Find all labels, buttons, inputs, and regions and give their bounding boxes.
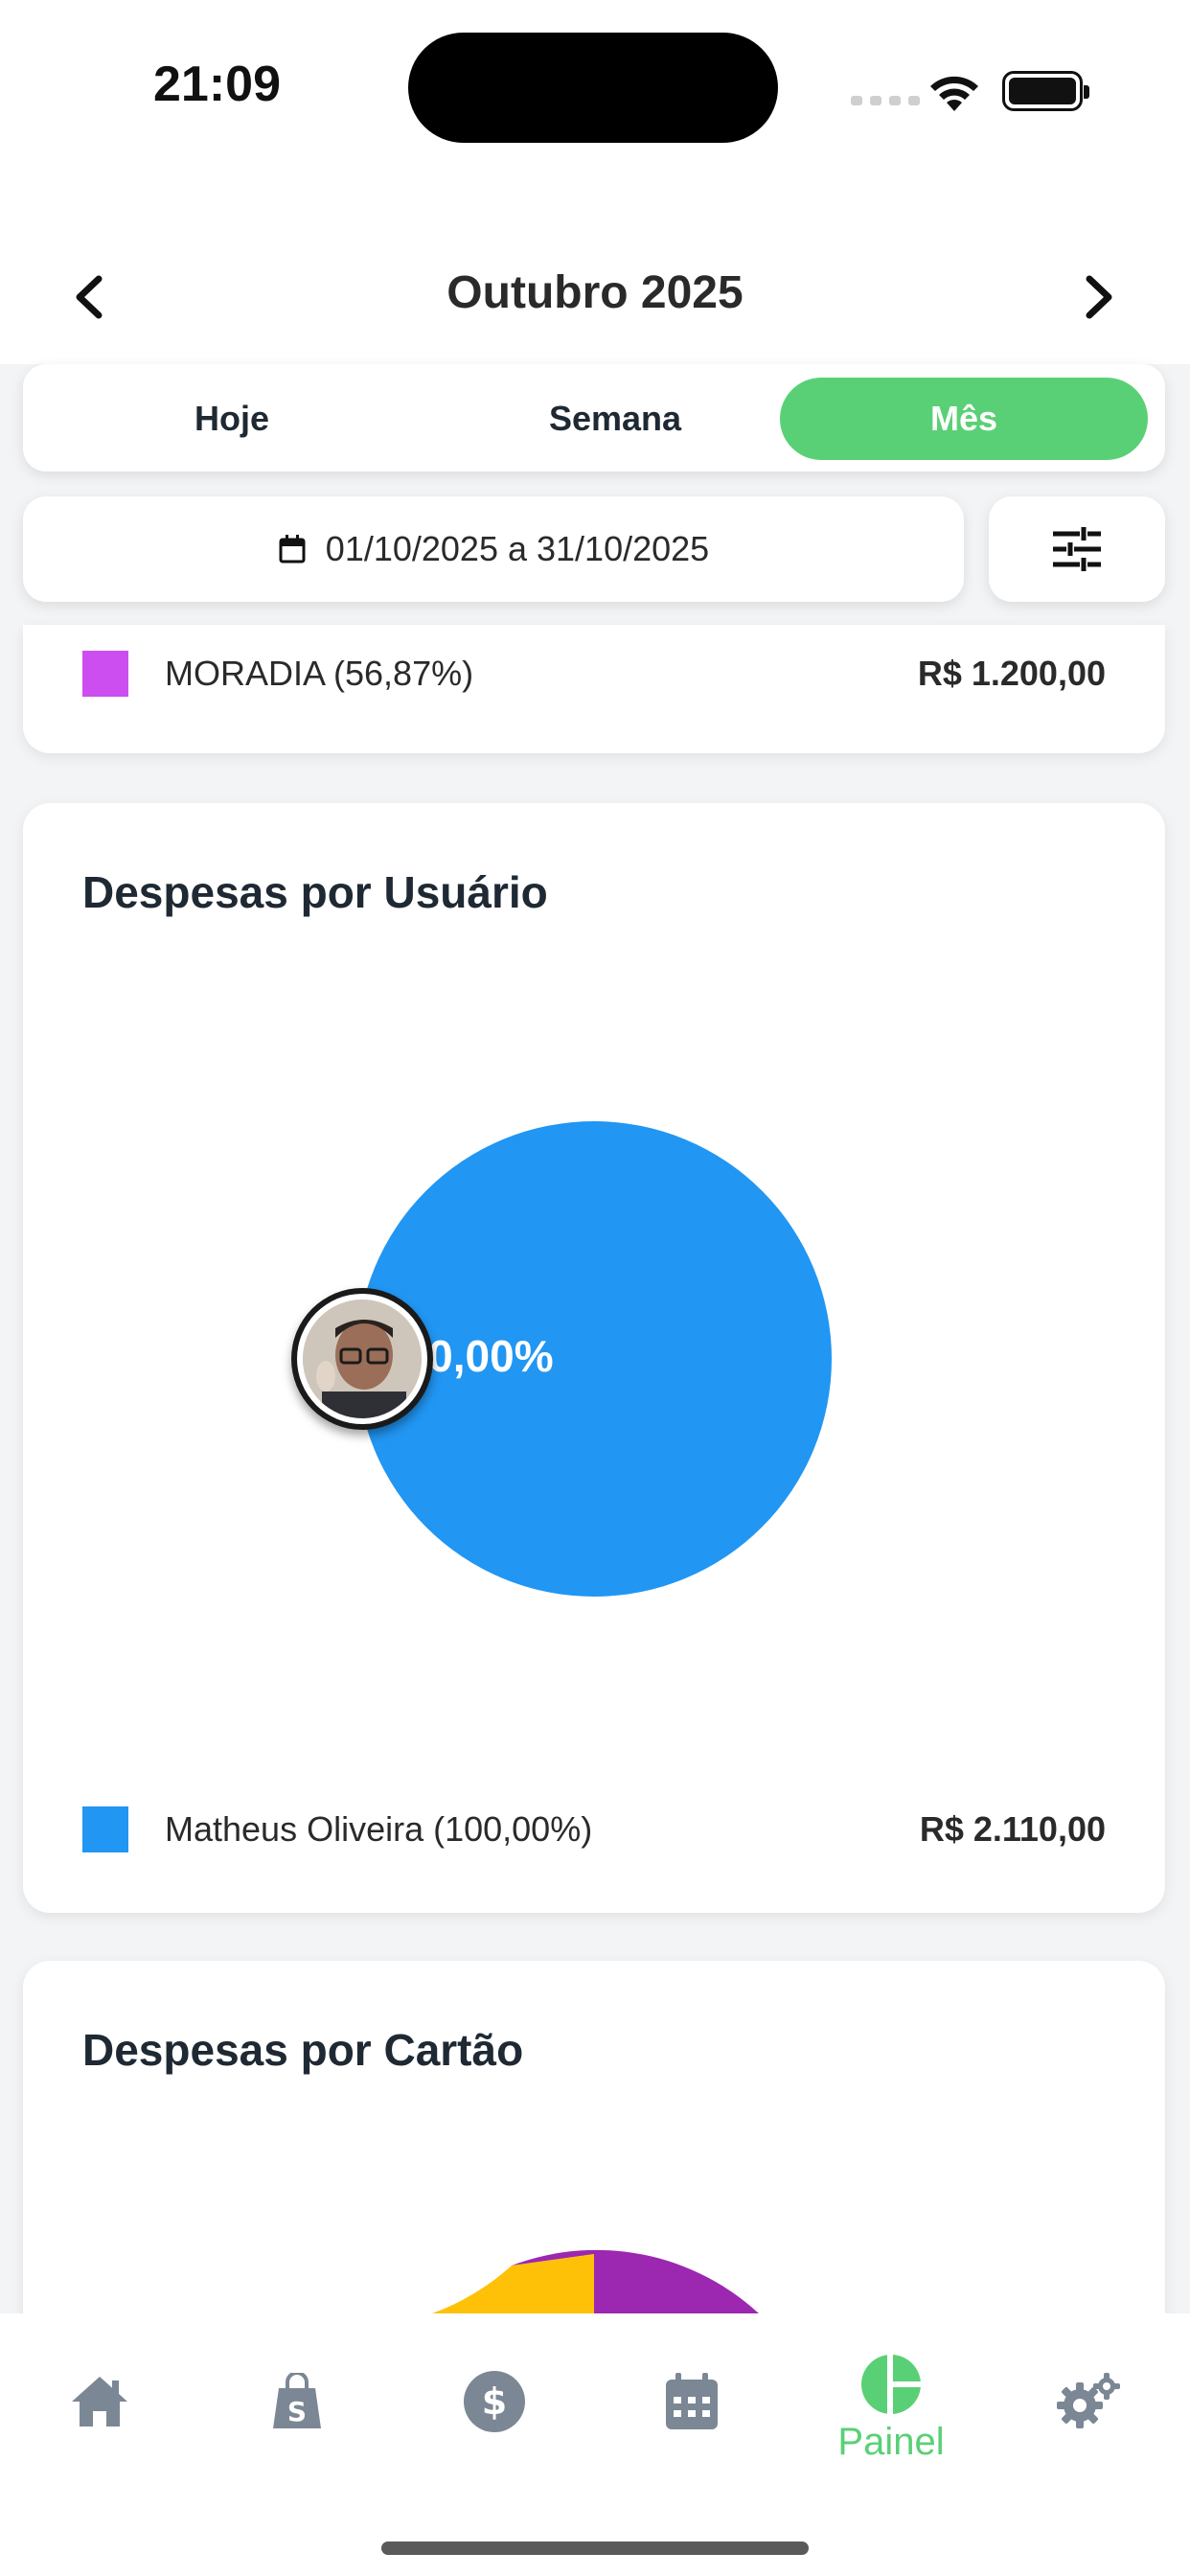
svg-text:$: $ — [482, 2380, 507, 2423]
chevron-right-icon — [1086, 275, 1112, 319]
dynamic-island — [408, 33, 778, 143]
month-title: Outubro 2025 — [446, 267, 744, 318]
nav-painel-label: Painel — [837, 2421, 945, 2463]
legend-swatch — [82, 1806, 128, 1852]
user-pie-chart: 100,00% — [23, 1119, 1165, 1598]
next-month-button[interactable] — [1065, 264, 1133, 331]
settings-gears-icon — [1057, 2373, 1120, 2428]
nav-calendar[interactable] — [625, 2350, 759, 2484]
sliders-icon — [1053, 527, 1101, 571]
legend-item: Matheus Oliveira (100,00%) R$ 2.110,00 — [82, 1806, 1106, 1853]
status-time: 21:09 — [153, 57, 281, 112]
legend-label: Matheus Oliveira (100,00%) — [165, 1809, 593, 1849]
home-indicator — [381, 2542, 809, 2555]
nav-home[interactable] — [33, 2350, 167, 2484]
period-selector: Hoje Semana Mês — [23, 364, 1165, 472]
date-range-button[interactable]: 01/10/2025 a 31/10/2025 — [23, 496, 964, 602]
wifi-icon — [930, 76, 978, 111]
cellular-signal-icon — [851, 96, 920, 105]
nav-shop[interactable]: S — [230, 2350, 364, 2484]
status-bar: 21:09 — [0, 0, 1190, 182]
battery-icon — [1002, 71, 1089, 111]
tab-mes[interactable]: Mês — [780, 378, 1148, 460]
nav-settings[interactable] — [1021, 2350, 1156, 2484]
legend-value: R$ 1.200,00 — [917, 654, 1106, 693]
calendar-icon — [666, 2373, 718, 2429]
pie-chart-icon — [861, 2354, 922, 2415]
filter-button[interactable] — [989, 496, 1165, 602]
user-photo — [303, 1300, 422, 1418]
month-header: Outubro 2025 — [0, 182, 1190, 364]
tab-semana[interactable]: Semana — [431, 378, 799, 460]
legend-item: MORADIA (56,87%) R$ 1.200,00 — [82, 650, 1106, 698]
tab-hoje[interactable]: Hoje — [48, 378, 416, 460]
avatar — [291, 1288, 433, 1430]
card-title: Despesas por Usuário — [82, 867, 548, 917]
card-expenses-card: Despesas por Cartão — [23, 1961, 1165, 2344]
card-pie-chart — [406, 2249, 770, 2344]
shopping-bag-icon: S — [273, 2373, 321, 2428]
legend-swatch — [82, 651, 128, 697]
nav-finance[interactable]: $ — [427, 2350, 561, 2484]
date-range-text: 01/10/2025 a 31/10/2025 — [325, 529, 710, 568]
legend-label: MORADIA (56,87%) — [165, 654, 474, 693]
category-expenses-card: MORADIA (56,87%) R$ 1.200,00 — [23, 625, 1165, 753]
bottom-navigation: S $ Painel — [0, 2313, 1190, 2576]
user-expenses-card: Despesas por Usuário 100,00% Matheus Oli… — [23, 803, 1165, 1913]
nav-painel[interactable]: Painel — [824, 2350, 958, 2484]
legend-value: R$ 2.110,00 — [919, 1809, 1106, 1849]
dollar-icon: $ — [464, 2371, 525, 2432]
svg-text:S: S — [287, 2396, 307, 2427]
calendar-icon — [279, 535, 306, 564]
home-icon — [72, 2377, 127, 2426]
pie-svg — [356, 1121, 832, 1597]
